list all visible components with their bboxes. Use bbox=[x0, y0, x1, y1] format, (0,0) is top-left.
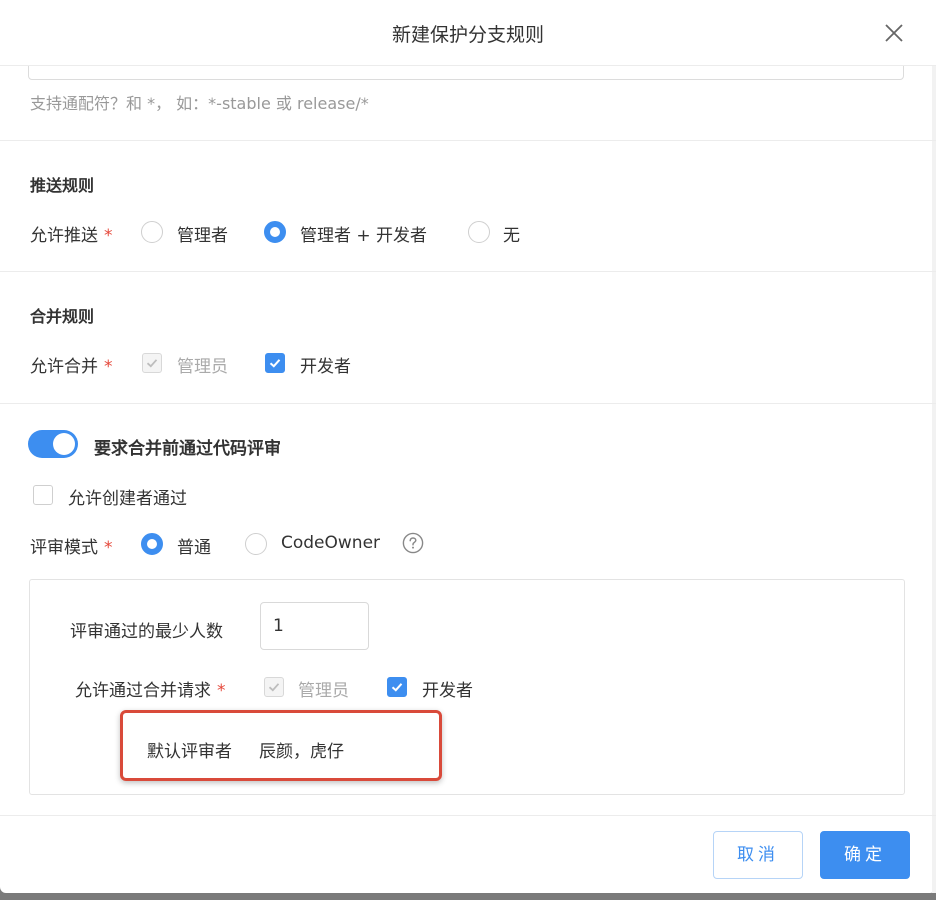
help-icon[interactable] bbox=[402, 532, 424, 554]
mode-option-codeowner[interactable]: CodeOwner bbox=[281, 533, 380, 553]
confirm-button[interactable]: 确定 bbox=[820, 831, 910, 879]
merge-admin-checkbox bbox=[142, 353, 162, 373]
min-reviewers-label: 评审通过的最少人数 bbox=[70, 617, 223, 642]
merge-option-admin: 管理员 bbox=[177, 352, 228, 377]
allow-merge-request-label: 允许通过合并请求* bbox=[75, 676, 226, 701]
push-radio-admin-dev[interactable] bbox=[264, 221, 286, 243]
mr-option-dev[interactable]: 开发者 bbox=[422, 676, 473, 701]
check-icon bbox=[390, 680, 404, 694]
allow-creator-label[interactable]: 允许创建者通过 bbox=[68, 484, 187, 509]
mr-option-admin: 管理员 bbox=[298, 676, 349, 701]
divider bbox=[0, 271, 936, 272]
push-option-admin[interactable]: 管理者 bbox=[177, 221, 228, 246]
check-icon bbox=[268, 356, 282, 370]
require-review-label: 要求合并前通过代码评审 bbox=[94, 434, 281, 459]
mode-option-normal[interactable]: 普通 bbox=[177, 533, 211, 558]
divider bbox=[0, 403, 936, 404]
protect-branch-dialog: 支持通配符？和 *， 如：*-stable 或 release/* 推送规则 允… bbox=[0, 0, 936, 893]
require-review-toggle[interactable] bbox=[28, 430, 78, 458]
allow-merge-label: 允许合并* bbox=[30, 352, 113, 377]
min-reviewers-input[interactable]: 1 bbox=[260, 602, 369, 650]
mode-radio-codeowner[interactable] bbox=[245, 533, 267, 555]
push-option-admin-dev[interactable]: 管理者 + 开发者 bbox=[300, 221, 427, 246]
dialog-header: 新建保护分支规则 bbox=[0, 0, 936, 66]
mode-radio-normal[interactable] bbox=[141, 533, 163, 555]
dialog-body: 支持通配符？和 *， 如：*-stable 或 release/* 推送规则 允… bbox=[0, 0, 936, 815]
merge-option-dev[interactable]: 开发者 bbox=[300, 352, 351, 377]
cancel-button[interactable]: 取消 bbox=[713, 831, 803, 879]
push-radio-none[interactable] bbox=[468, 221, 490, 243]
highlight-annotation bbox=[120, 710, 442, 781]
check-icon bbox=[267, 680, 281, 694]
push-radio-admin[interactable] bbox=[141, 221, 163, 243]
push-option-none[interactable]: 无 bbox=[503, 221, 520, 246]
dialog-title: 新建保护分支规则 bbox=[0, 20, 936, 47]
push-section-title: 推送规则 bbox=[30, 172, 94, 196]
divider bbox=[0, 140, 936, 141]
allow-push-label: 允许推送* bbox=[30, 221, 113, 246]
allow-creator-checkbox[interactable] bbox=[33, 485, 53, 505]
toggle-knob bbox=[53, 433, 75, 455]
mr-admin-checkbox bbox=[264, 677, 284, 697]
close-icon[interactable] bbox=[882, 21, 906, 45]
mr-dev-checkbox[interactable] bbox=[387, 677, 407, 697]
merge-section-title: 合并规则 bbox=[30, 303, 94, 327]
merge-dev-checkbox[interactable] bbox=[265, 353, 285, 373]
check-icon bbox=[145, 356, 159, 370]
pattern-hint: 支持通配符？和 *， 如：*-stable 或 release/* bbox=[30, 90, 369, 114]
review-mode-label: 评审模式* bbox=[30, 533, 113, 558]
